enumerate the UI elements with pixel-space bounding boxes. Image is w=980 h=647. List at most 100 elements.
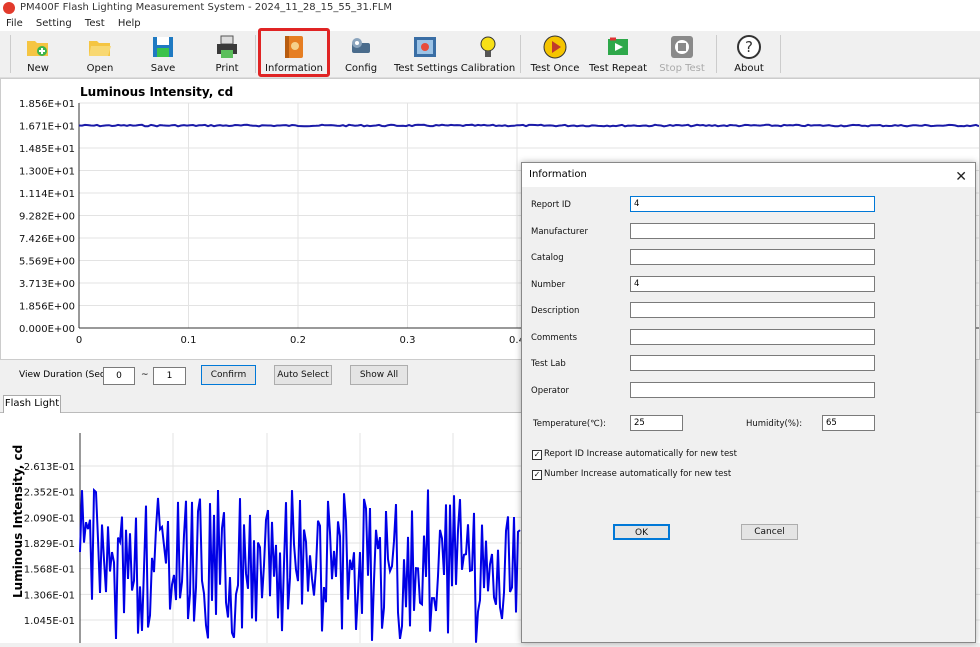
tab-flash-light[interactable]: Flash Light — [3, 395, 61, 413]
duration-to-input[interactable]: 1 — [153, 367, 186, 385]
open-folder-icon — [89, 41, 111, 56]
y-tick-label: 5.569E+00 — [19, 257, 75, 268]
humidity-label: Humidity(%): — [746, 419, 803, 429]
y-tick-label: 1.045E-01 — [24, 616, 75, 627]
open-button[interactable]: Open — [78, 31, 122, 76]
window-title: PM400F Flash Lighting Measurement System… — [20, 2, 392, 13]
test-lab-label: Test Lab — [531, 359, 566, 369]
ok-button[interactable]: OK — [613, 524, 670, 540]
report-id-auto-increment-checkbox[interactable]: ✓ Report ID Increase automatically for ne… — [532, 449, 737, 460]
confirm-button[interactable]: Confirm — [201, 365, 256, 385]
y-tick-label: 1.114E+01 — [19, 189, 75, 200]
x-tick-label: 0.1 — [181, 335, 197, 346]
test-repeat-button[interactable]: Test Repeat — [588, 31, 648, 76]
stop-test-button[interactable]: Stop Test — [656, 31, 708, 76]
save-button[interactable]: Save — [141, 31, 185, 76]
test-settings-panel-icon — [414, 37, 436, 57]
comments-label: Comments — [531, 333, 578, 343]
description-label: Description — [531, 306, 580, 316]
x-tick-label: 0.2 — [290, 335, 306, 346]
toolbar-separator — [780, 35, 781, 73]
report-id-auto-increment-label: Report ID Increase automatically for new… — [544, 449, 737, 459]
intensity-series-line — [78, 123, 980, 128]
y-tick-label: 1.300E+01 — [19, 167, 75, 178]
calibration-button[interactable]: Calibration — [460, 31, 516, 76]
number-auto-increment-checkbox[interactable]: ✓ Number Increase automatically for new t… — [532, 469, 731, 480]
menu-help[interactable]: Help — [118, 18, 141, 29]
y-tick-label: 1.671E+01 — [19, 122, 75, 133]
test-settings-button[interactable]: Test Settings — [394, 31, 458, 76]
y-tick-label: 7.426E+00 — [19, 234, 75, 245]
y-tick-label: 1.568E-01 — [24, 565, 75, 576]
tilde-label: ~ — [141, 370, 149, 380]
report-id-label: Report ID — [531, 200, 571, 210]
question-mark-icon: ? — [737, 35, 761, 59]
description-field[interactable] — [630, 302, 875, 318]
duration-from-input[interactable]: 0 — [103, 367, 135, 385]
new-folder-icon — [27, 41, 48, 56]
y-tick-label: 2.613E-01 — [24, 462, 75, 473]
checkmark-icon: ✓ — [532, 450, 542, 460]
y-tick-label: 1.856E+01 — [19, 99, 75, 110]
operator-label: Operator — [531, 386, 570, 396]
number-label: Number — [531, 280, 566, 290]
window-titlebar: PM400F Flash Lighting Measurement System… — [0, 0, 980, 16]
information-dialog: Information ✕ Report ID 4 Manufacturer C… — [521, 162, 976, 643]
temperature-label: Temperature(℃): — [533, 419, 606, 429]
information-highlight-frame — [258, 28, 330, 77]
toolbar-separator — [10, 35, 11, 73]
about-button[interactable]: ? About — [726, 31, 772, 76]
checkmark-icon: ✓ — [532, 470, 542, 480]
dialog-titlebar: Information ✕ — [522, 163, 975, 187]
menu-setting[interactable]: Setting — [36, 18, 72, 29]
toolbar: New Open Save Print Information Config T… — [0, 31, 980, 78]
x-tick-label: 0.3 — [400, 335, 416, 346]
number-field[interactable]: 4 — [630, 276, 875, 292]
cancel-button[interactable]: Cancel — [741, 524, 798, 540]
repeat-play-icon — [608, 37, 628, 55]
config-gear-icon — [352, 38, 370, 53]
y-tick-label: 2.090E-01 — [24, 513, 75, 524]
y-tick-label: 2.352E-01 — [24, 488, 75, 499]
test-lab-field[interactable] — [630, 355, 875, 371]
app-icon — [3, 2, 15, 14]
y-tick-label: 9.282E+00 — [19, 212, 75, 223]
number-auto-increment-label: Number Increase automatically for new te… — [544, 469, 732, 479]
printer-icon — [217, 35, 237, 58]
comments-field[interactable] — [630, 329, 875, 345]
toolbar-separator — [716, 35, 717, 73]
humidity-field[interactable]: 65 — [822, 415, 875, 431]
config-button[interactable]: Config — [338, 31, 384, 76]
new-button[interactable]: New — [16, 31, 60, 76]
chart-title: Luminous Intensity, cd — [80, 85, 233, 99]
menu-file[interactable]: File — [6, 18, 23, 29]
toolbar-separator — [520, 35, 521, 73]
show-all-button[interactable]: Show All — [350, 365, 408, 385]
calibration-bulb-icon — [480, 36, 496, 57]
stop-icon — [671, 36, 693, 58]
report-id-field[interactable]: 4 — [630, 196, 875, 212]
print-button[interactable]: Print — [205, 31, 249, 76]
svg-text:?: ? — [745, 38, 753, 56]
menu-bar: File Setting Test Help — [0, 16, 980, 31]
view-duration-label: View Duration (Sec) — [19, 370, 109, 380]
auto-select-button[interactable]: Auto Select — [274, 365, 332, 385]
toolbar-separator — [255, 35, 256, 73]
save-disk-icon — [153, 37, 173, 57]
operator-field[interactable] — [630, 382, 875, 398]
menu-test[interactable]: Test — [85, 18, 105, 29]
y-tick-label: 1.485E+01 — [19, 144, 75, 155]
manufacturer-label: Manufacturer — [531, 227, 588, 237]
y-tick-label: 1.306E-01 — [24, 590, 75, 601]
temperature-field[interactable]: 25 — [630, 415, 683, 431]
y-tick-label: 1.829E-01 — [24, 539, 75, 550]
y-tick-label: 3.713E+00 — [19, 279, 75, 290]
y-tick-label: 1.856E+00 — [19, 302, 75, 313]
manufacturer-field[interactable] — [630, 223, 875, 239]
x-tick-label: 0 — [76, 335, 82, 346]
test-once-button[interactable]: Test Once — [528, 31, 582, 76]
catalog-label: Catalog — [531, 253, 564, 263]
y-tick-label: 0.000E+00 — [19, 324, 75, 335]
close-icon[interactable]: ✕ — [955, 165, 967, 189]
catalog-field[interactable] — [630, 249, 875, 265]
